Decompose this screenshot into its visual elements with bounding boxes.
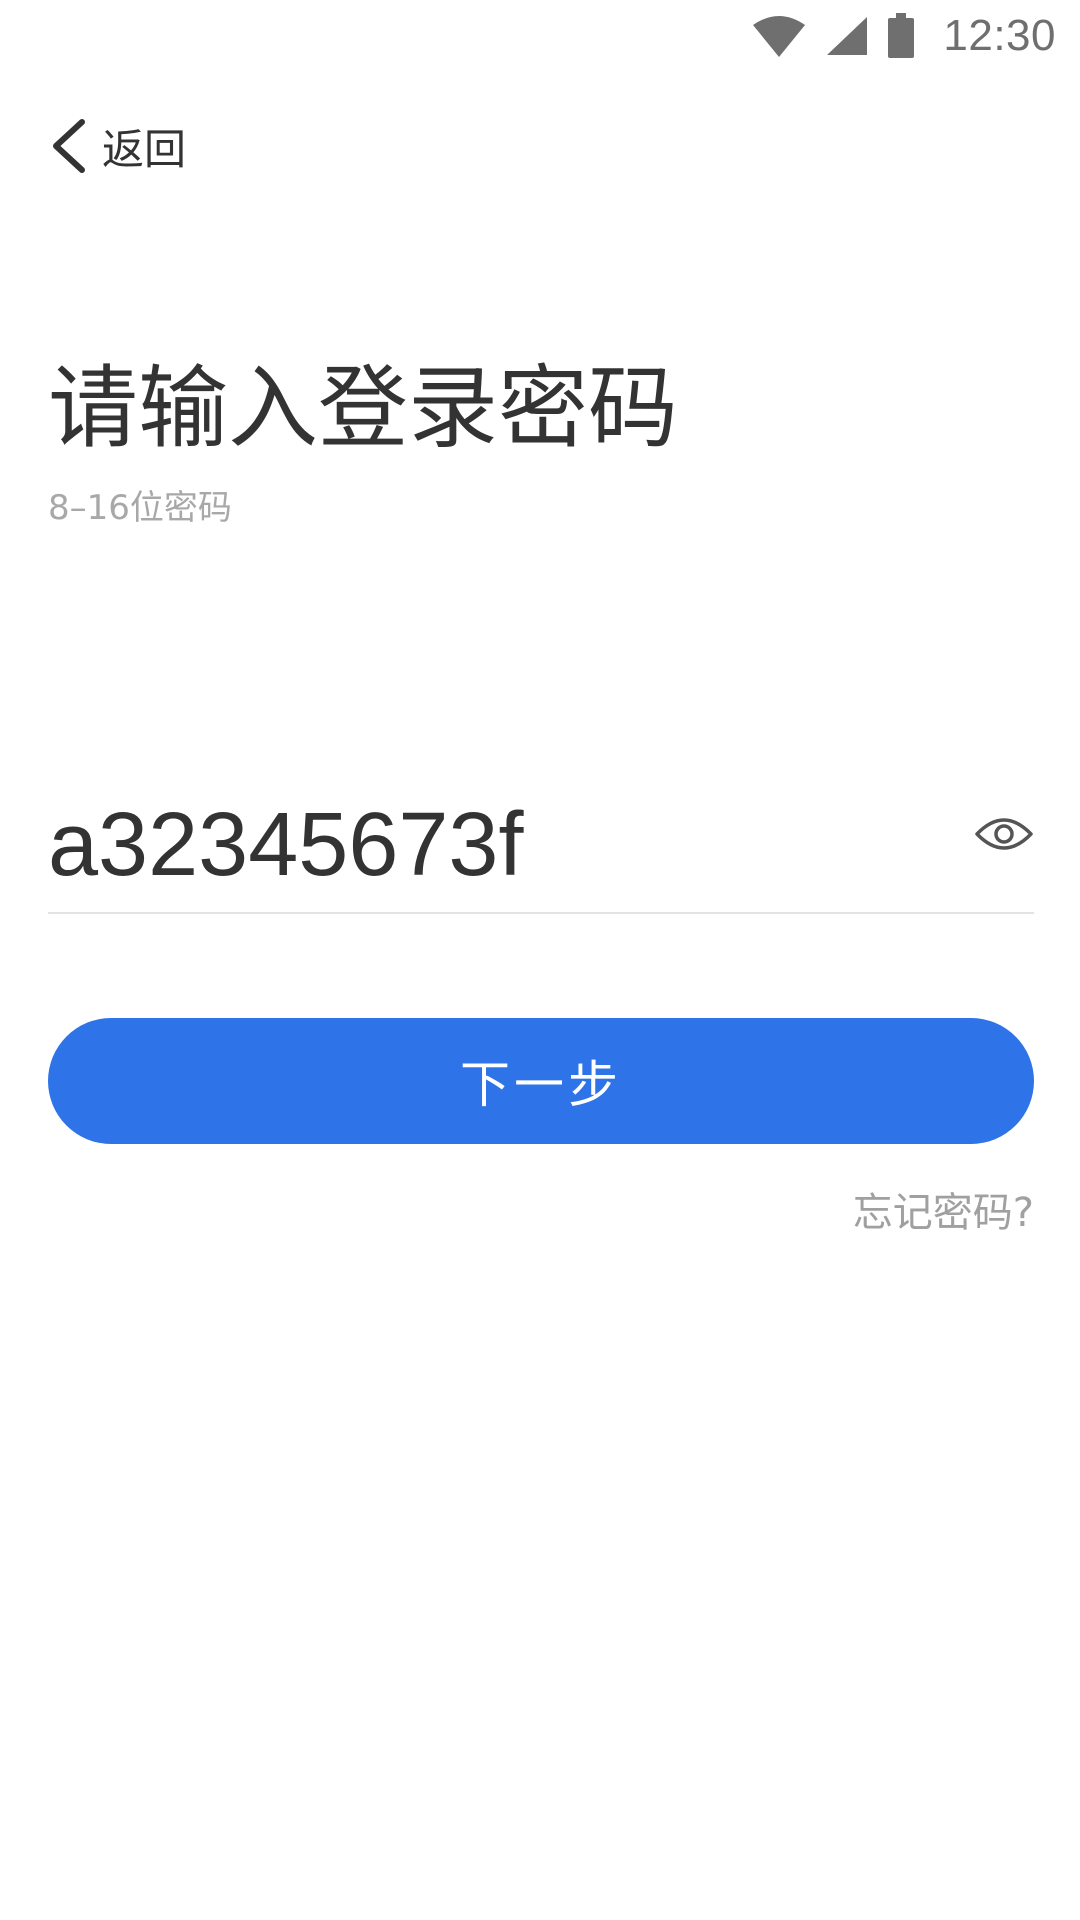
- status-bar: 12:30: [751, 0, 1080, 72]
- next-button[interactable]: 下一步: [48, 1018, 1034, 1144]
- chevron-left-icon: [48, 118, 88, 174]
- password-input[interactable]: [48, 790, 948, 900]
- back-button[interactable]: 返回: [48, 114, 186, 178]
- page-title: 请输入登录密码: [48, 356, 678, 461]
- battery-icon: [887, 13, 915, 59]
- password-login-screen: 12:30 返回 请输入登录密码 8–16位密码 下一步 忘记密码?: [0, 0, 1080, 1920]
- password-field: [48, 780, 1034, 914]
- eye-icon[interactable]: [974, 814, 1034, 854]
- status-time: 12:30: [943, 11, 1056, 60]
- back-label: 返回: [102, 124, 187, 174]
- wifi-icon: [751, 15, 807, 57]
- password-hint: 8–16位密码: [48, 488, 232, 528]
- forgot-password-link[interactable]: 忘记密码?: [853, 1180, 1034, 1238]
- cellular-signal-icon: [825, 15, 869, 57]
